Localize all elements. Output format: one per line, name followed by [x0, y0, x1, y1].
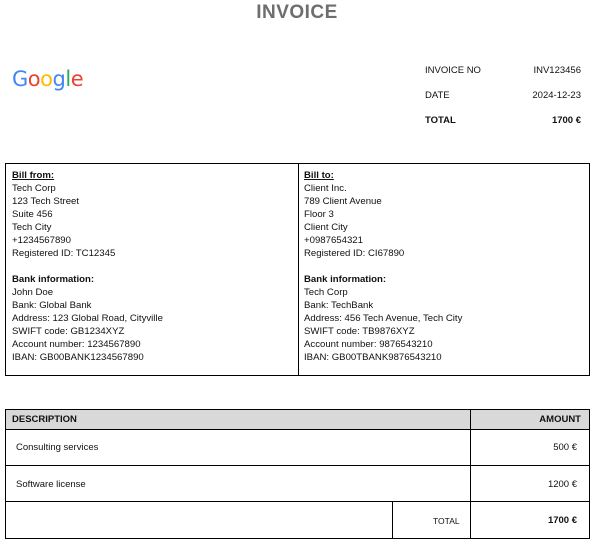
bill-to-bank-line: IBAN: GB00TBANK9876543210: [304, 352, 442, 363]
logo-letter: o: [27, 67, 41, 91]
total-row: TOTAL 1700 €: [6, 502, 589, 538]
total-label: TOTAL: [433, 516, 460, 526]
bill-from-line: 123 Tech Street: [12, 196, 80, 207]
bill-to-bank-line: Account number: 9876543210: [304, 339, 433, 350]
google-logo: Google: [12, 67, 84, 91]
bill-from-line: +1234567890: [12, 235, 71, 246]
bill-from-bank-heading: Bank information:: [12, 274, 95, 285]
bill-to-section: Bill to: Client Inc. 789 Client Avenue F…: [304, 169, 462, 364]
bill-to-bank-line: Bank: TechBank: [304, 300, 374, 311]
logo-letter: e: [70, 67, 84, 91]
parties-box: Bill from: Tech Corp 123 Tech Street Sui…: [5, 163, 590, 376]
bill-from-line: Tech City: [12, 222, 52, 233]
invoice-total-label: TOTAL: [425, 115, 456, 126]
bill-to-line: Client Inc.: [304, 183, 347, 194]
bill-from-bank-line: IBAN: GB00BANK1234567890: [12, 352, 144, 363]
logo-letter: G: [12, 67, 28, 91]
bill-from-heading: Bill from:: [12, 170, 55, 181]
item-amount: 500 €: [553, 442, 577, 453]
invoice-number-label: INVOICE NO: [425, 65, 481, 76]
bill-to-bank-heading: Bank information:: [304, 274, 387, 285]
bill-from-line: Suite 456: [12, 209, 53, 220]
bill-from-bank-line: Account number: 1234567890: [12, 339, 141, 350]
item-description: Software license: [16, 479, 86, 490]
bill-to-heading: Bill to:: [304, 170, 334, 181]
table-header: DESCRIPTION AMOUNT: [6, 410, 589, 430]
bill-to-line: 789 Client Avenue: [304, 196, 382, 207]
invoice-number-value: INV123456: [533, 65, 581, 76]
bill-from-section: Bill from: Tech Corp 123 Tech Street Sui…: [12, 169, 163, 364]
bill-to-line: Floor 3: [304, 209, 334, 220]
logo-letter: g: [52, 67, 66, 91]
invoice-title: INVOICE: [256, 2, 338, 23]
bill-to-bank-line: SWIFT code: TB9876XYZ: [304, 326, 415, 337]
total-value: 1700 €: [547, 515, 577, 526]
description-header: DESCRIPTION: [12, 414, 77, 425]
logo-letter: o: [40, 67, 53, 91]
line-items-table: DESCRIPTION AMOUNT Consulting services 5…: [5, 409, 590, 539]
bill-from-bank-line: Address: 123 Global Road, Cityville: [12, 313, 163, 324]
bill-to-line: Registered ID: CI67890: [304, 248, 405, 259]
bill-from-line: Registered ID: TC12345: [12, 248, 116, 259]
bill-to-bank-line: Address: 456 Tech Avenue, Tech City: [304, 313, 463, 324]
table-row: Consulting services 500 €: [6, 430, 589, 466]
bill-from-line: Tech Corp: [12, 183, 56, 194]
item-description: Consulting services: [16, 442, 99, 453]
table-row: Software license 1200 €: [6, 466, 589, 502]
bill-from-bank-line: John Doe: [12, 287, 54, 298]
bill-to-line: +0987654321: [304, 235, 363, 246]
invoice-total-value: 1700 €: [551, 115, 581, 126]
bill-to-bank-line: Tech Corp: [304, 287, 348, 298]
item-amount: 1200 €: [547, 479, 577, 490]
amount-header: AMOUNT: [539, 414, 581, 425]
bill-from-bank-line: SWIFT code: GB1234XYZ: [12, 326, 125, 337]
parties-divider: [298, 164, 299, 375]
invoice-date-value: 2024-12-23: [532, 90, 581, 101]
invoice-date-label: DATE: [425, 90, 450, 101]
bill-from-bank-line: Bank: Global Bank: [12, 300, 92, 311]
bill-to-line: Client City: [304, 222, 348, 233]
